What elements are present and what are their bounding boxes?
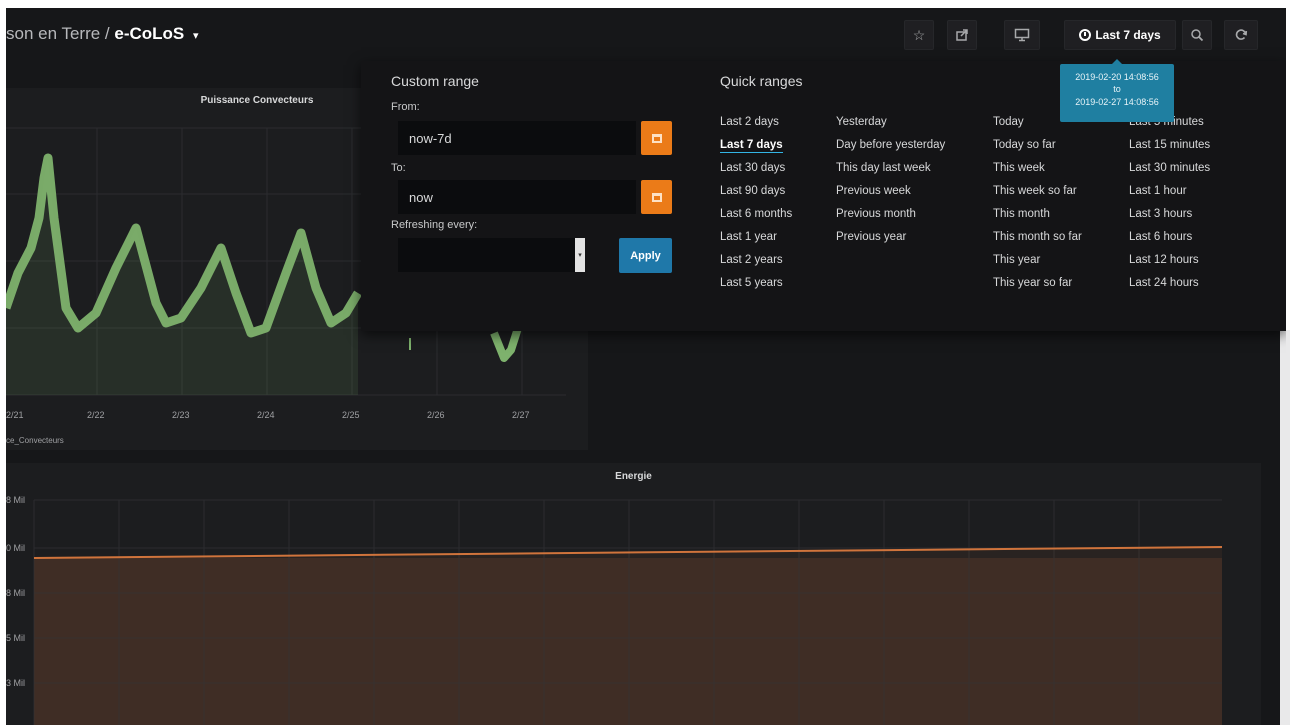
quick-range-item[interactable]: Previous year [836, 227, 945, 250]
y-tick: 5 Mil [6, 633, 26, 643]
x-tick: 2/25 [342, 410, 360, 420]
apply-button[interactable]: Apply [619, 238, 672, 273]
share-icon [956, 29, 968, 41]
calendar-icon [651, 133, 662, 143]
series-line-tail [490, 326, 522, 362]
quick-ranges-heading: Quick ranges [720, 73, 803, 89]
quick-ranges-column-current: Today Today so far This week This week s… [993, 112, 1082, 296]
legend-item[interactable]: ce_Convecteurs [6, 436, 64, 445]
share-button[interactable] [947, 20, 977, 50]
quick-range-item[interactable]: This day last week [836, 158, 945, 181]
panel-energie: Energie 8 Mil 0 Mil 8 Mil 5 Mil 3 Mil [6, 463, 1261, 725]
quick-range-item[interactable]: Last 6 hours [1129, 227, 1210, 250]
time-range-button[interactable]: Last 7 days [1064, 20, 1176, 50]
quick-range-item[interactable]: Last 6 months [720, 204, 792, 227]
tooltip-from: 2019-02-20 14:08:56 [1075, 72, 1159, 82]
clock-icon [1079, 29, 1092, 41]
quick-range-item[interactable]: Last 24 hours [1129, 273, 1210, 296]
to-calendar-button[interactable] [641, 180, 672, 214]
quick-range-item[interactable]: Last 90 days [720, 181, 792, 204]
from-input[interactable] [398, 121, 636, 155]
navbar: son en Terre / e-CoLoS ▾ ☆ Last 7 days [6, 8, 1286, 60]
quick-ranges-column-previous: Yesterday Day before yesterday This day … [836, 112, 945, 250]
y-tick: 3 Mil [6, 678, 26, 688]
tooltip-to-word: to [1113, 84, 1121, 94]
window-edge [1280, 330, 1290, 725]
quick-range-item[interactable]: Last 1 year [720, 227, 792, 250]
breadcrumb-folder[interactable]: son en Terre / [6, 24, 110, 43]
zoom-out-button[interactable] [1182, 20, 1212, 50]
time-range-tooltip: 2019-02-20 14:08:56 to 2019-02-27 14:08:… [1060, 59, 1174, 122]
quick-range-item-active[interactable]: Last 7 days [720, 135, 783, 153]
x-tick: 2/23 [172, 410, 190, 420]
quick-range-item[interactable]: Last 30 days [720, 158, 792, 181]
energie-graph[interactable] [6, 463, 1261, 725]
dashboard-app: son en Terre / e-CoLoS ▾ ☆ Last 7 days 2… [6, 8, 1286, 725]
tooltip-to: 2019-02-27 14:08:56 [1075, 97, 1159, 107]
select-arrow-icon[interactable]: ▾ [575, 238, 585, 272]
to-input[interactable] [398, 180, 636, 214]
custom-range-heading: Custom range [391, 73, 479, 89]
quick-ranges-column-recent: Last 5 minutes Last 15 minutes Last 30 m… [1129, 112, 1210, 296]
quick-range-item[interactable]: Today so far [993, 135, 1082, 158]
x-tick: 2/21 [6, 410, 24, 420]
y-tick: 0 Mil [6, 543, 26, 553]
to-label: To: [391, 162, 406, 174]
quick-range-item[interactable]: This week [993, 158, 1082, 181]
zoom-out-icon [1191, 29, 1204, 42]
chevron-down-icon[interactable]: ▾ [193, 30, 199, 42]
from-calendar-button[interactable] [641, 121, 672, 155]
quick-range-item[interactable]: Day before yesterday [836, 135, 945, 158]
x-tick: 2/22 [87, 410, 105, 420]
x-tick: 2/26 [427, 410, 445, 420]
quick-range-item[interactable]: This week so far [993, 181, 1082, 204]
tv-icon [1014, 28, 1030, 42]
x-tick: 2/24 [257, 410, 275, 420]
breadcrumb[interactable]: son en Terre / e-CoLoS ▾ [6, 24, 199, 44]
quick-range-item[interactable]: Previous week [836, 181, 945, 204]
quick-range-item[interactable]: This year [993, 250, 1082, 273]
quick-range-item[interactable]: This year so far [993, 273, 1082, 296]
quick-range-item[interactable]: Last 12 hours [1129, 250, 1210, 273]
star-button[interactable]: ☆ [904, 20, 934, 50]
quick-range-item[interactable]: Last 1 hour [1129, 181, 1210, 204]
quick-ranges-column-relative: Last 2 days Last 7 days Last 30 days Las… [720, 112, 792, 296]
calendar-icon [651, 192, 662, 202]
star-icon: ☆ [912, 26, 926, 43]
refreshing-label: Refreshing every: [391, 219, 478, 231]
quick-range-item[interactable]: Last 2 days [720, 112, 792, 135]
quick-range-item[interactable]: This month so far [993, 227, 1082, 250]
x-tick: 2/27 [512, 410, 530, 420]
quick-range-item[interactable]: Previous month [836, 204, 945, 227]
refresh-interval-select[interactable]: ▾ [398, 238, 585, 272]
quick-range-item[interactable]: Last 5 years [720, 273, 792, 296]
dashboard-title[interactable]: e-CoLoS [114, 24, 184, 43]
y-tick: 8 Mil [6, 495, 26, 505]
quick-range-item[interactable]: Last 2 years [720, 250, 792, 273]
quick-range-item[interactable]: Last 3 hours [1129, 204, 1210, 227]
refresh-icon [1235, 29, 1248, 40]
quick-range-item[interactable]: Yesterday [836, 112, 945, 135]
refresh-button[interactable] [1224, 20, 1258, 50]
y-tick: 8 Mil [6, 588, 26, 598]
quick-range-item[interactable]: Last 30 minutes [1129, 158, 1210, 181]
quick-range-item[interactable]: Last 15 minutes [1129, 135, 1210, 158]
from-label: From: [391, 101, 420, 113]
tv-mode-button[interactable] [1004, 20, 1040, 50]
quick-range-item[interactable]: This month [993, 204, 1082, 227]
series-area [34, 547, 1222, 725]
time-range-label: Last 7 days [1095, 28, 1161, 42]
